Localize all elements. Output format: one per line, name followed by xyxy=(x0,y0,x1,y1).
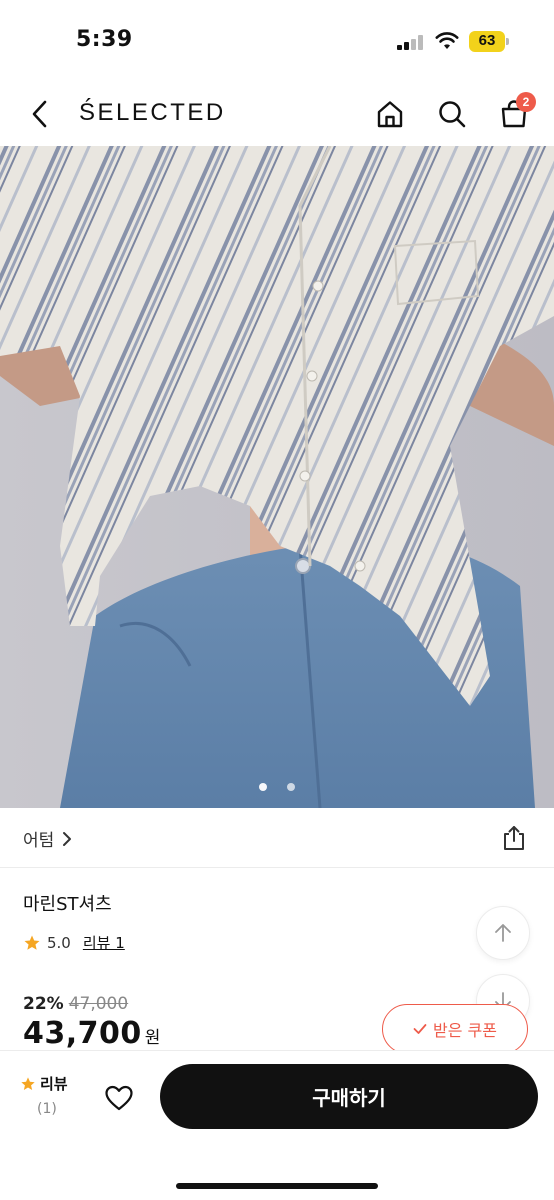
status-bar: 5:39 63 xyxy=(0,0,554,84)
product-name: 마린ST셔츠 xyxy=(23,894,112,915)
bottom-action-bar: 리뷰 (1) 구매하기 xyxy=(0,1050,554,1200)
product-image[interactable] xyxy=(0,146,554,808)
discount-rate: 22% xyxy=(23,994,64,1014)
currency-unit: 원 xyxy=(144,1028,161,1048)
rating-row: 5.0 리뷰 1 xyxy=(23,932,125,953)
back-icon xyxy=(32,100,47,128)
check-icon xyxy=(413,1024,427,1034)
star-icon xyxy=(21,1076,35,1090)
app-header: ŚELECTED xyxy=(0,84,554,146)
original-price: 47,000 xyxy=(68,994,129,1014)
breadcrumb[interactable]: 어텀 xyxy=(23,826,74,851)
sale-price: 43,700 xyxy=(23,1016,142,1051)
review-tab-count: (1) xyxy=(37,1101,57,1117)
review-link[interactable]: 리뷰 1 xyxy=(83,932,125,953)
brand-logo[interactable]: ŚELECTED xyxy=(79,99,226,127)
scroll-top-button[interactable] xyxy=(476,906,530,960)
search-icon xyxy=(439,101,466,128)
signal-icon xyxy=(397,34,425,50)
chevron-right-icon xyxy=(63,831,72,846)
coupon-label: 받은 쿠폰 xyxy=(433,1021,497,1040)
gallery-dot-active[interactable] xyxy=(259,783,267,791)
share-icon xyxy=(504,826,524,850)
wishlist-button[interactable] xyxy=(100,1079,138,1117)
breadcrumb-category: 어텀 xyxy=(23,831,55,851)
status-time: 5:39 xyxy=(76,27,133,52)
rating-score: 5.0 xyxy=(47,933,71,952)
home-indicator xyxy=(176,1183,378,1189)
coupon-button[interactable]: 받은 쿠폰 xyxy=(382,1004,528,1054)
heart-icon xyxy=(105,1085,133,1111)
back-button[interactable] xyxy=(22,96,58,132)
arrow-up-icon xyxy=(495,924,511,942)
home-button[interactable] xyxy=(370,94,410,134)
home-icon xyxy=(377,101,403,128)
gallery-pagination xyxy=(0,783,554,793)
cart-count-badge: 2 xyxy=(516,92,536,112)
gallery-dot[interactable] xyxy=(287,783,295,791)
buy-button[interactable]: 구매하기 xyxy=(160,1064,538,1129)
discount-row: 22% 47,000 xyxy=(23,994,128,1014)
wifi-icon xyxy=(435,31,459,55)
review-tab[interactable]: 리뷰 (1) xyxy=(20,1073,80,1117)
review-tab-label: 리뷰 xyxy=(40,1075,68,1093)
price-row: 43,700 원 xyxy=(23,1016,160,1051)
star-icon xyxy=(24,935,40,950)
search-button[interactable] xyxy=(432,94,472,134)
share-button[interactable] xyxy=(496,820,532,856)
category-row: 어텀 xyxy=(0,808,554,868)
battery-level: 63 xyxy=(478,32,496,49)
battery-icon: 63 xyxy=(469,31,509,52)
